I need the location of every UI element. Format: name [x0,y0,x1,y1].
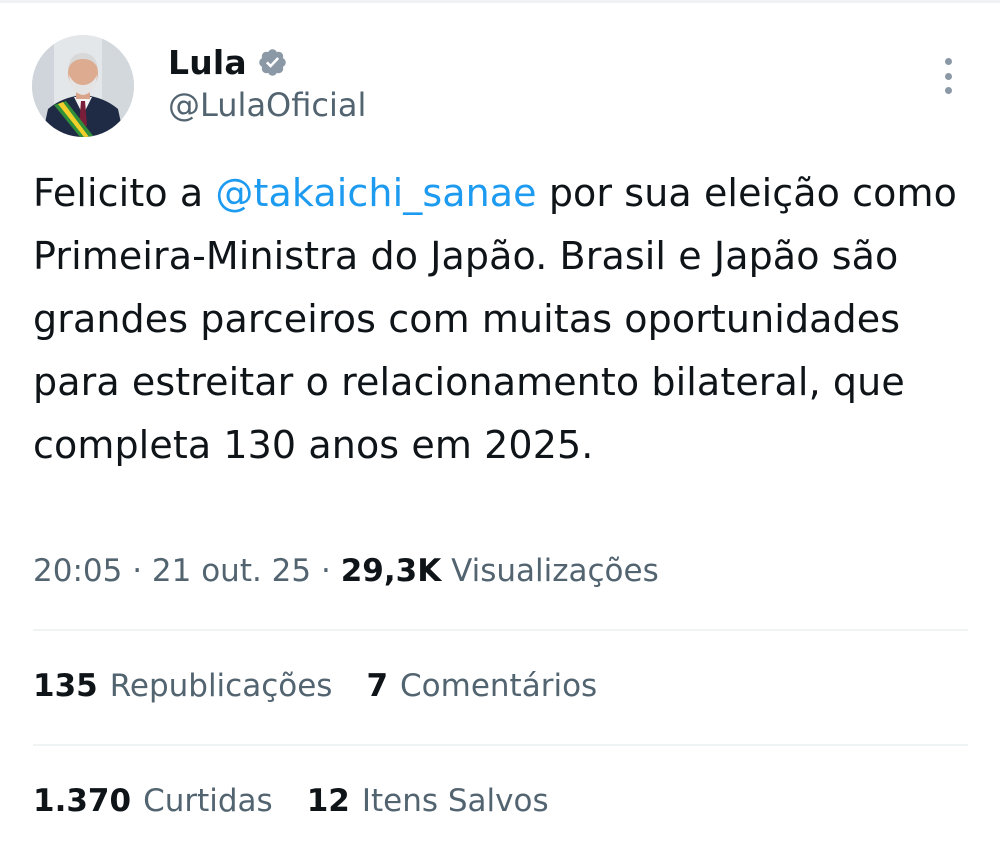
more-dot [944,87,952,94]
meta-separator: · [311,553,341,589]
mention-link[interactable]: @takaichi_sanae [215,171,536,215]
views-count: 29,3K [340,553,442,589]
likes-label: Curtidas [143,783,273,819]
stats-row-saves: 1.370 Curtidas 12 Itens Salvos [33,783,549,819]
avatar[interactable] [32,35,134,137]
comments-count: 7 [366,668,389,704]
likes-count: 1.370 [33,783,132,819]
bookmarks-label: Itens Salvos [361,783,549,819]
comments-label: Comentários [400,668,598,704]
tweet-text-start: Felicito a [33,171,216,215]
avatar-photo [32,35,134,137]
bookmarks-count: 12 [306,783,350,819]
author-name-row: Lula [168,40,288,84]
tweet-meta: 20:05 · 21 out. 25 · 29,3K Visualizações [33,553,659,589]
divider [33,744,968,746]
verified-badge-icon [257,47,288,78]
views-label: Visualizações [441,553,659,589]
author-display-name[interactable]: Lula [168,43,247,82]
bookmarks-stat[interactable]: 12 Itens Salvos [307,783,549,819]
more-dot [944,72,952,80]
divider [33,629,968,631]
top-border [0,0,1000,3]
stats-row-engagement: 135 Republicações 7 Comentários [33,668,597,704]
tweet-text: Felicito a @takaichi_sanae por sua eleiç… [33,162,973,477]
comments-stat[interactable]: 7 Comentários [366,668,597,704]
reposts-count: 135 [33,668,98,704]
reposts-stat[interactable]: 135 Republicações [33,668,332,704]
more-dot [944,58,952,65]
reposts-label: Republicações [109,668,333,704]
tweet-text-rest: por sua eleição como Primeira-Ministra d… [33,171,957,467]
meta-separator: · [122,553,152,589]
more-options-icon[interactable] [930,56,966,96]
author-handle[interactable]: @LulaOficial [168,86,366,124]
tweet-time[interactable]: 20:05 [33,553,122,589]
likes-stat[interactable]: 1.370 Curtidas [33,783,273,819]
tweet-date[interactable]: 21 out. 25 [152,553,311,589]
